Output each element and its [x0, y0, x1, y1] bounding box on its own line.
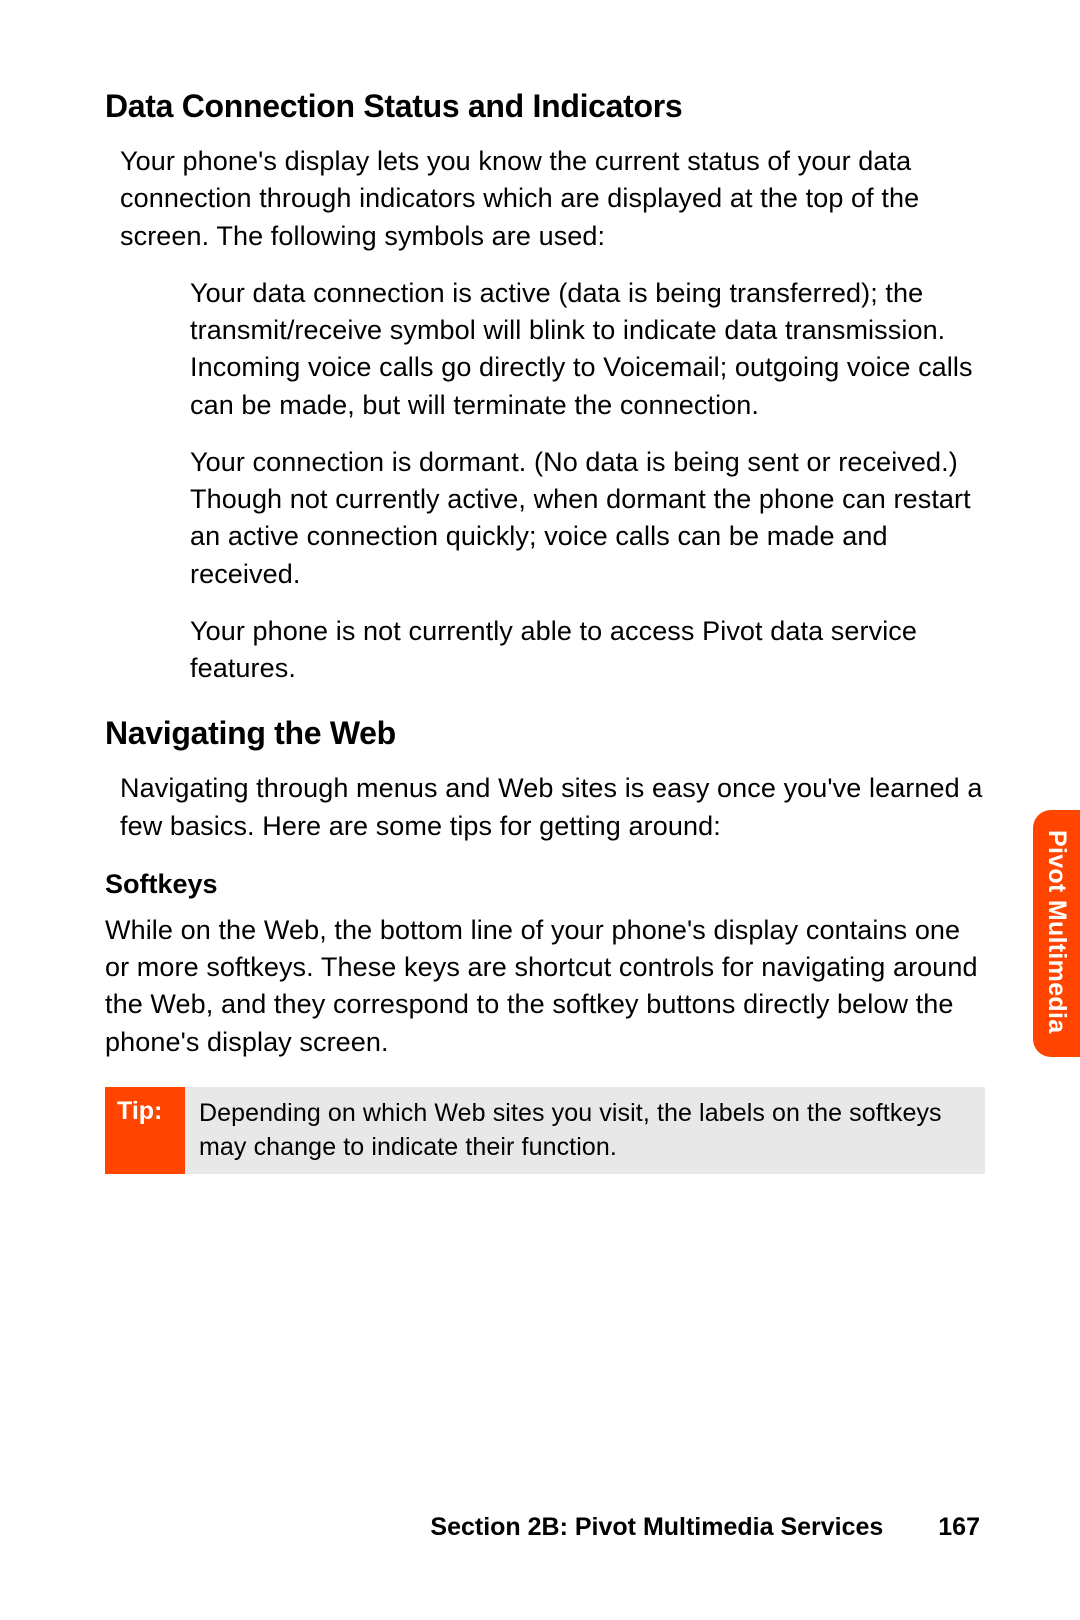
side-tab: Pivot Multimedia: [1033, 810, 1080, 1057]
heading-navigating: Navigating the Web: [105, 715, 985, 752]
navigating-paragraph: Navigating through menus and Web sites i…: [120, 770, 985, 845]
tip-box: Tip: Depending on which Web sites you vi…: [105, 1087, 985, 1175]
tip-body: Depending on which Web sites you visit, …: [185, 1087, 985, 1175]
tip-label: Tip:: [105, 1087, 185, 1175]
indicator-unavailable: Your phone is not currently able to acce…: [190, 613, 985, 688]
footer-page-number: 167: [938, 1513, 980, 1541]
page-footer: Section 2B: Pivot Multimedia Services 16…: [430, 1513, 980, 1542]
softkeys-paragraph: While on the Web, the bottom line of you…: [105, 912, 985, 1061]
footer-section: Section 2B: Pivot Multimedia Services: [430, 1513, 883, 1541]
heading-softkeys: Softkeys: [105, 869, 985, 900]
intro-paragraph: Your phone's display lets you know the c…: [120, 143, 985, 255]
heading-data-connection: Data Connection Status and Indicators: [105, 88, 985, 125]
page-content: Data Connection Status and Indicators Yo…: [0, 0, 1080, 1174]
indicator-active: Your data connection is active (data is …: [190, 275, 985, 424]
indicator-dormant: Your connection is dormant. (No data is …: [190, 444, 985, 593]
